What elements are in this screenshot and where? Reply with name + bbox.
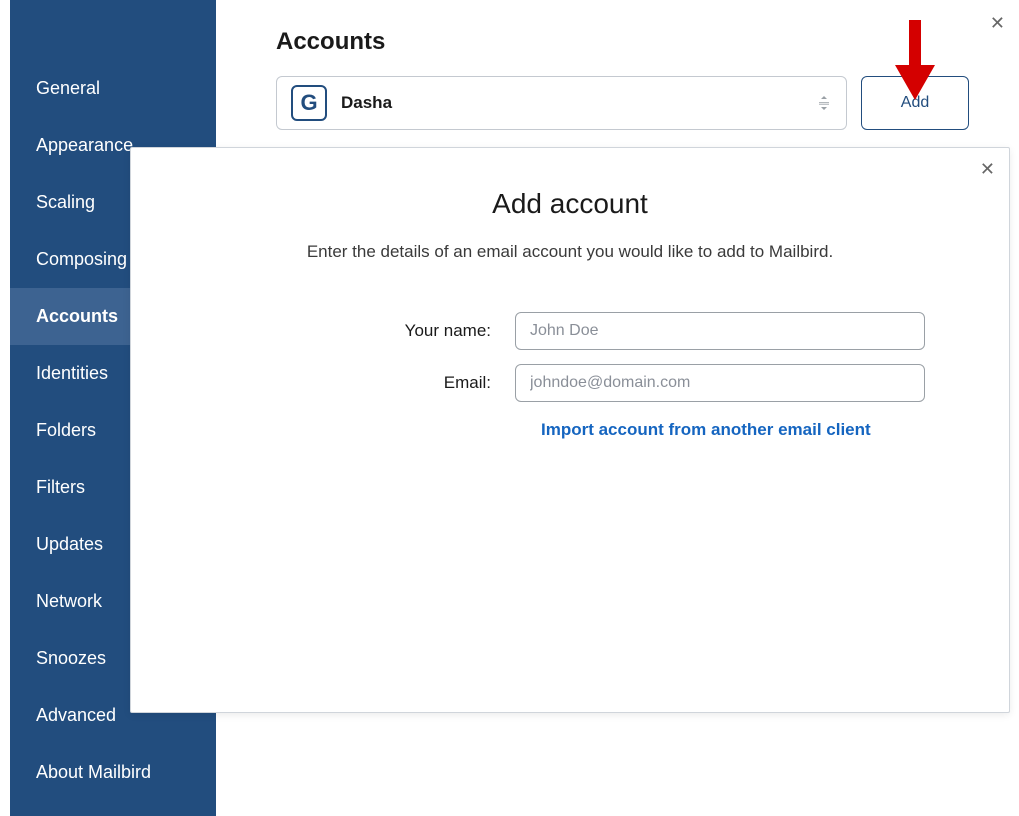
email-input[interactable] (515, 364, 925, 402)
sidebar-item-general[interactable]: General (10, 60, 216, 117)
email-row: Email: (191, 364, 949, 402)
account-avatar: G (291, 85, 327, 121)
import-link[interactable]: Import account from another email client (541, 420, 949, 440)
modal-close-icon[interactable]: ✕ (980, 160, 995, 178)
accounts-row: G Dasha Add (276, 76, 969, 130)
close-icon[interactable]: ✕ (990, 14, 1005, 32)
name-label: Your name: (191, 321, 491, 341)
name-row: Your name: (191, 312, 949, 350)
modal-title: Add account (191, 188, 949, 220)
email-label: Email: (191, 373, 491, 393)
name-input[interactable] (515, 312, 925, 350)
add-button[interactable]: Add (861, 76, 969, 130)
page-title: Accounts (276, 28, 969, 56)
modal-subtitle: Enter the details of an email account yo… (191, 242, 949, 262)
add-account-modal: ✕ Add account Enter the details of an em… (130, 147, 1010, 713)
sidebar-item-about[interactable]: About Mailbird (10, 744, 216, 801)
account-card[interactable]: G Dasha (276, 76, 847, 130)
account-name: Dasha (341, 93, 392, 113)
drag-handle-icon[interactable] (816, 95, 832, 111)
